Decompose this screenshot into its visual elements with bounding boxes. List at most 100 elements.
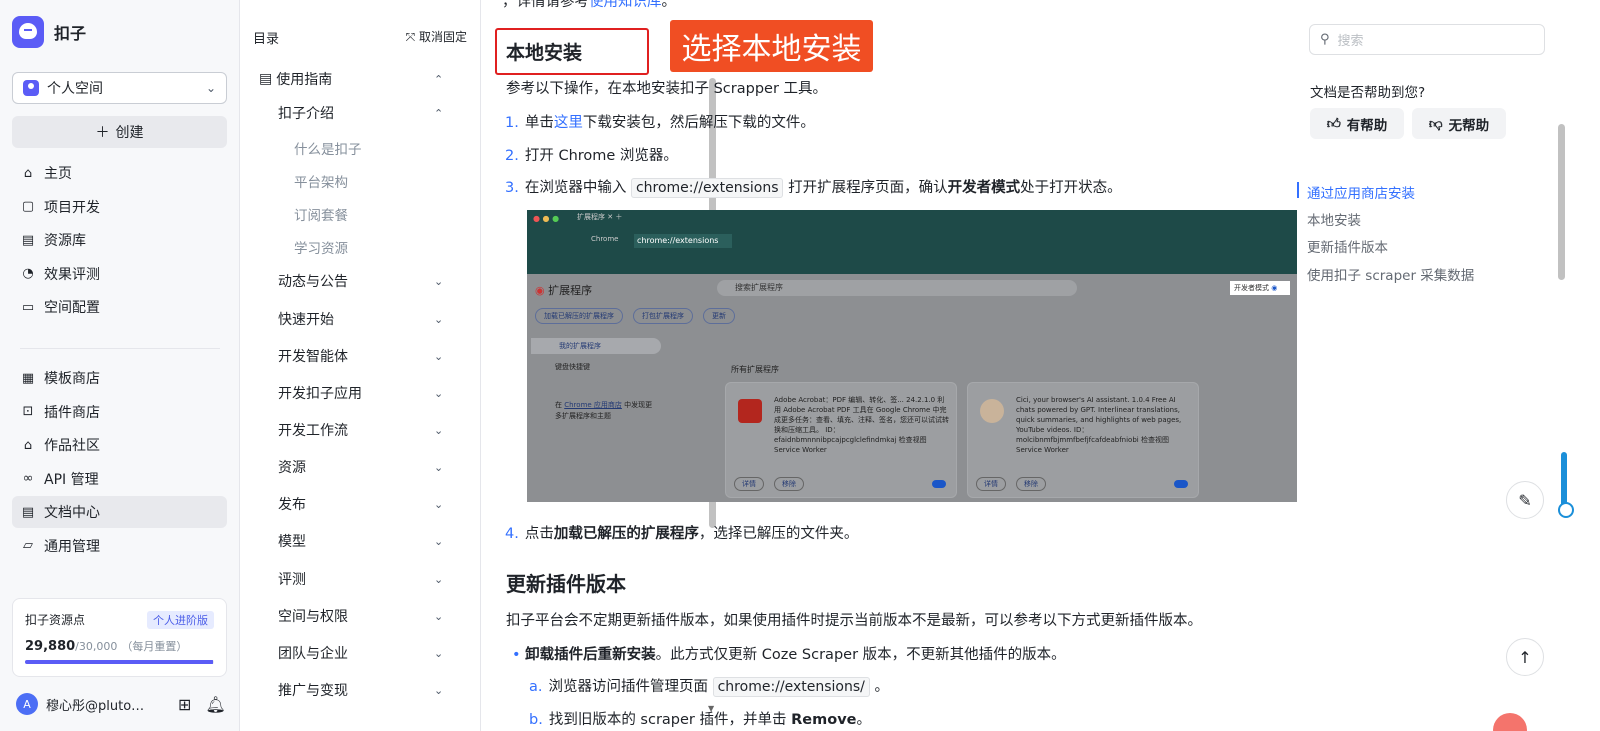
step-number: 2. xyxy=(505,148,519,164)
remove-button: 移除 xyxy=(774,477,804,491)
scrollbar-thumb[interactable] xyxy=(1558,124,1565,280)
page-scrollbar[interactable] xyxy=(1556,0,1566,731)
doc-tree-item[interactable]: 模型 ⌄ xyxy=(278,526,443,556)
doc-tree-label: 扣子介绍 xyxy=(278,106,334,122)
text: 下载安装包，然后解压下载的文件。 xyxy=(582,115,815,131)
sub-step-a: a. 浏览器访问插件管理页面 chrome://extensions/ 。 xyxy=(529,675,889,697)
doc-tree-item[interactable]: 扣子介绍 ⌃ xyxy=(278,98,443,128)
search-input[interactable]: ⚲ 搜索 xyxy=(1309,24,1545,55)
nav-item-library[interactable]: ▤ 资源库 xyxy=(12,224,227,256)
download-link[interactable]: 这里 xyxy=(554,115,583,131)
doc-tree: 目录 ⤧ 取消固定 ▤ 使用指南 ⌃ 扣子介绍 ⌃ 什么是扣子 平台架构 订阅套餐 学习资源动… xyxy=(241,0,716,731)
nav-item-manage[interactable]: ▱ 通用管理 xyxy=(12,530,227,562)
outline-item[interactable]: 使用扣子 scraper 采集数据 xyxy=(1307,264,1474,284)
nav-secondary: ▦ 模板商店 ⊡ 插件商店 ⌂ 作品社区 ∞ API 管理 ▤ 文档中心 ▱ 通用管理 xyxy=(12,362,227,563)
text: 。 xyxy=(874,679,889,695)
doc-tree-item[interactable]: 开发工作流 ⌄ xyxy=(278,415,443,445)
doc-tree-item[interactable]: 评测 ⌄ xyxy=(278,564,443,594)
nav-item-project[interactable]: ▢ 项目开发 xyxy=(12,191,227,223)
nav-item-docs[interactable]: ▤ 文档中心 xyxy=(12,496,227,528)
doc-tree-item[interactable]: 开发智能体 ⌄ xyxy=(278,341,443,371)
knowledge-base-link[interactable]: 使用知识库 xyxy=(589,0,662,10)
browser-chrome: ● ● ● 扩展程序 ✕ ＋ Chrome chrome://extension… xyxy=(527,210,1297,274)
nav-item-api[interactable]: ∞ API 管理 xyxy=(12,463,227,495)
chevron-down-icon: ⌄ xyxy=(434,386,444,400)
doc-tree-item[interactable]: 开发扣子应用 ⌄ xyxy=(278,378,443,408)
doc-tree-item[interactable]: 发布 ⌄ xyxy=(278,489,443,519)
inline-code: chrome://extensions/ xyxy=(712,677,870,697)
nav-item-community[interactable]: ⌂ 作品社区 xyxy=(12,429,227,461)
nav-item-home[interactable]: ⌂ 主页 xyxy=(12,157,227,189)
ext-card-text: Adobe Acrobat：PDF 编辑、转化、签... 24.2.1.0 利用… xyxy=(774,396,949,454)
plugin-icon: ⊡ xyxy=(22,404,34,419)
nav-label: 作品社区 xyxy=(44,438,100,454)
doc-tree-item[interactable]: 团队与企业 ⌄ xyxy=(278,638,443,668)
resource-points-card[interactable]: 扣子资源点 个人进阶版 29,880/30,000 （每月重置） xyxy=(12,598,227,677)
extensions-title: ◉ 扩展程序 xyxy=(535,282,592,298)
avatar[interactable]: A xyxy=(16,693,38,715)
doc-tree-item[interactable]: ▤ 使用指南 ⌃ xyxy=(259,64,443,94)
doc-tree-item[interactable]: 资源 ⌄ xyxy=(278,452,443,482)
bullet-reinstall: • 卸载插件后重新安装。此方式仅更新 Coze Scraper 版本，不更新其他… xyxy=(512,643,1066,664)
doc-tree-label: 开发智能体 xyxy=(278,349,348,365)
points-value: 29,880/30,000 （每月重置） xyxy=(25,638,214,654)
doc-tree-label: 动态与公告 xyxy=(278,274,348,290)
brand[interactable]: 扣子 xyxy=(12,16,86,48)
doc-tree-item[interactable]: 空间与权限 ⌄ xyxy=(278,601,443,631)
doc-tree-item[interactable]: 推广与变现 ⌄ xyxy=(278,675,443,705)
doc-tree-item[interactable]: 学习资源 xyxy=(294,232,348,262)
text: 在浏览器中输入 xyxy=(524,180,627,196)
nav-item-space-config[interactable]: ▭ 空间配置 xyxy=(12,291,227,323)
chrome-extensions-screenshot: ● ● ● 扩展程序 ✕ ＋ Chrome chrome://extension… xyxy=(527,210,1297,502)
nav-divider xyxy=(20,348,220,349)
nav-item-plugins[interactable]: ⊡ 插件商店 xyxy=(12,396,227,428)
brand-name: 扣子 xyxy=(54,24,87,43)
text: 打开 Chrome 浏览器。 xyxy=(524,148,678,164)
apps-grid-icon[interactable]: ⊞ xyxy=(178,695,191,714)
thumbs-up-icon: 👍︎ xyxy=(1326,116,1341,132)
outline-item[interactable]: 通过应用商店安装 xyxy=(1307,182,1415,202)
assistant-mascot-icon[interactable] xyxy=(1493,713,1527,731)
doc-tree-item[interactable]: 快速开始 ⌄ xyxy=(278,304,443,334)
outline-item[interactable]: 更新插件版本 xyxy=(1307,236,1388,256)
back-to-top-button[interactable]: ↑ xyxy=(1506,638,1544,676)
chevron-down-icon: ⌄ xyxy=(434,423,444,437)
edit-button[interactable]: ✎ xyxy=(1506,481,1544,519)
helpful-button[interactable]: 👍︎ 有帮助 xyxy=(1310,108,1404,139)
details-button: 详情 xyxy=(734,477,764,491)
nav-item-evaluate[interactable]: ◔ 效果评测 xyxy=(12,258,227,290)
space-config-icon: ▭ xyxy=(21,299,35,315)
doc-tree-label: 订阅套餐 xyxy=(294,208,348,224)
step-1: 1. 单击这里下载安装包，然后解压下载的文件。 xyxy=(505,111,815,132)
search-icon: ⚲ xyxy=(1320,32,1330,47)
project-icon: ▢ xyxy=(21,199,35,214)
doc-tree-label: 开发扣子应用 xyxy=(278,386,362,402)
not-helpful-button[interactable]: 👎︎ 无帮助 xyxy=(1412,108,1506,139)
load-unpacked-button: 加载已解压的扩展程序 xyxy=(535,308,623,324)
nav-label: 效果评测 xyxy=(44,266,100,283)
space-selector[interactable]: 个人空间 ⌄ xyxy=(12,72,227,104)
doc-tree-item[interactable]: 平台架构 xyxy=(294,166,348,196)
local-install-intro: 参考以下操作，在本地安装扣子 Scrapper 工具。 xyxy=(506,81,828,97)
bell-icon[interactable]: 🔔︎ xyxy=(205,695,225,714)
user-name[interactable]: 穆心彤@pluto… xyxy=(46,695,164,714)
text: 在 xyxy=(555,401,565,409)
ext-title-label: 扩展程序 xyxy=(548,284,593,297)
plan-badge: 个人进阶版 xyxy=(147,611,214,629)
browser-tab: 扩展程序 ✕ ＋ xyxy=(577,213,623,221)
unpin-label: 取消固定 xyxy=(418,30,467,44)
unpin-button[interactable]: ⤧ 取消固定 xyxy=(406,28,467,47)
cici-avatar-icon xyxy=(980,399,1004,423)
doc-tree-item[interactable]: 订阅套餐 xyxy=(294,199,348,229)
step-number: a. xyxy=(529,679,543,695)
api-icon: ∞ xyxy=(22,471,34,486)
create-button[interactable]: ＋ 创建 xyxy=(12,116,227,148)
doc-tree-label: 资源 xyxy=(278,460,306,476)
update-button: 更新 xyxy=(703,308,735,324)
doc-tree-item[interactable]: 动态与公告 ⌄ xyxy=(278,266,443,296)
outline-item[interactable]: 本地安装 xyxy=(1307,209,1361,229)
annotation-label: 选择本地安装 xyxy=(670,20,873,72)
details-button: 详情 xyxy=(976,477,1006,491)
doc-tree-item[interactable]: 什么是扣子 xyxy=(294,133,362,163)
nav-item-templates[interactable]: ▦ 模板商店 xyxy=(12,362,227,394)
